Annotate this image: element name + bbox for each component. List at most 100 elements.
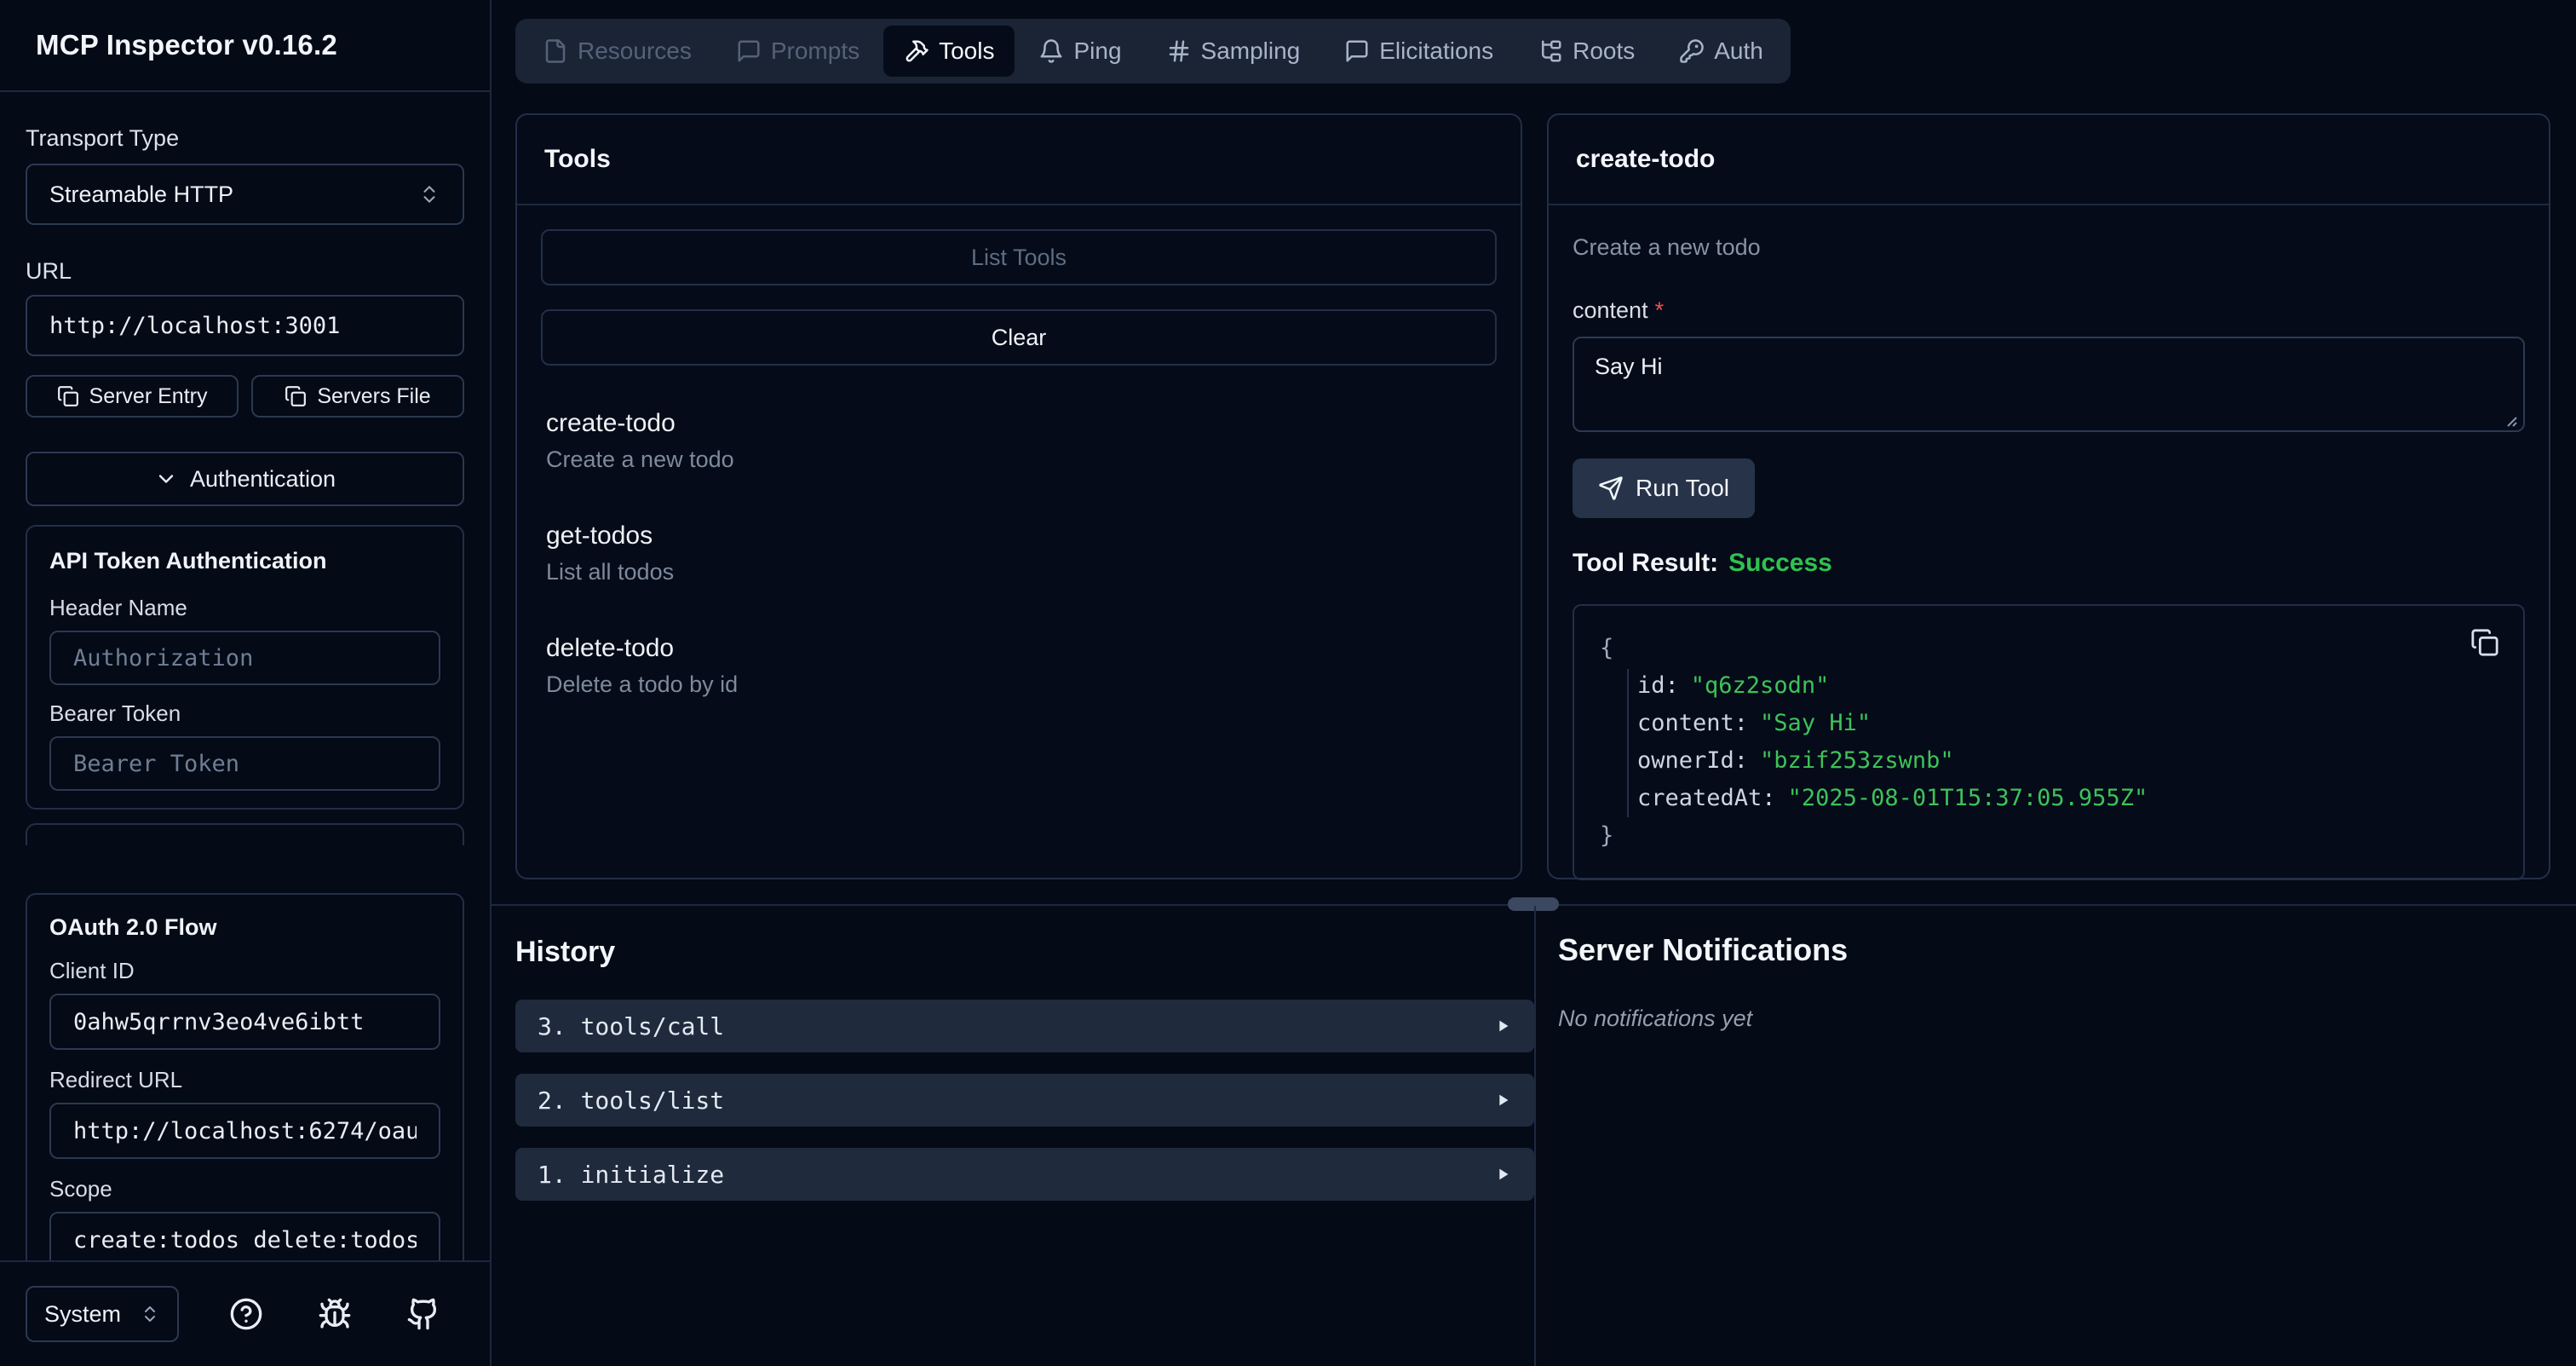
- server-entry-label: Server Entry: [89, 384, 208, 409]
- run-tool-button[interactable]: Run Tool: [1573, 458, 1755, 518]
- app-title: MCP Inspector v0.16.2: [36, 29, 337, 61]
- history-rows: 3. tools/call 2. tools/list 1. initializ…: [515, 1000, 1534, 1201]
- clear-button[interactable]: Clear: [541, 309, 1497, 366]
- server-notifications-panel: Server Notifications No notifications ye…: [1558, 932, 2546, 1032]
- tool-detail-title: create-todo: [1576, 145, 1715, 174]
- tool-detail-header: create-todo: [1549, 115, 2549, 205]
- message-square-icon: [1344, 38, 1370, 64]
- servers-file-label: Servers File: [317, 384, 430, 409]
- help-button[interactable]: [229, 1297, 263, 1331]
- tab-tools-label: Tools: [939, 37, 994, 65]
- tool-list-item-create-todo[interactable]: create-todo Create a new todo: [546, 408, 1492, 473]
- tool-name: get-todos: [546, 521, 1492, 551]
- tool-description: Create a new todo: [546, 446, 1492, 473]
- history-row-label: 2. tools/list: [538, 1086, 724, 1115]
- content-field-label: content *: [1573, 296, 2525, 325]
- tool-list: create-todo Create a new todo get-todos …: [541, 408, 1497, 698]
- bug-report-button[interactable]: [318, 1297, 352, 1331]
- send-icon: [1598, 476, 1624, 501]
- history-row-tools-call[interactable]: 3. tools/call: [515, 1000, 1534, 1052]
- servers-file-button[interactable]: Servers File: [251, 375, 464, 418]
- tab-ping[interactable]: Ping: [1018, 26, 1141, 77]
- tab-roots[interactable]: Roots: [1517, 26, 1655, 77]
- transport-type-select[interactable]: Streamable HTTP: [26, 164, 464, 225]
- transport-type-label: Transport Type: [26, 124, 464, 152]
- tab-prompts: Prompts: [716, 26, 880, 77]
- oauth-flow-title: OAuth 2.0 Flow: [49, 914, 440, 941]
- sidebar-scroll-area: Transport Type Streamable HTTP URL Serve…: [0, 92, 490, 893]
- list-tools-button[interactable]: List Tools: [541, 229, 1497, 285]
- tool-name: create-todo: [546, 408, 1492, 439]
- json-key: id:: [1637, 672, 1679, 699]
- tab-resources: Resources: [522, 26, 712, 77]
- json-field-ownerId: ownerId:"bzif253zswnb": [1600, 742, 2498, 780]
- scope-input[interactable]: [49, 1212, 440, 1260]
- json-field-id: id: "q6z2sodn": [1600, 667, 2498, 705]
- file-icon: [543, 38, 568, 64]
- copy-icon: [57, 385, 79, 407]
- main-area: Resources Prompts Tools Ping Sampling El…: [492, 0, 2576, 1366]
- content-textarea[interactable]: Say Hi: [1573, 337, 2525, 432]
- tool-description: List all todos: [546, 558, 1492, 585]
- history-row-label: 1. initialize: [538, 1161, 724, 1189]
- tool-result-status: Success: [1728, 549, 1832, 577]
- run-tool-label: Run Tool: [1636, 475, 1729, 502]
- tool-list-item-get-todos[interactable]: get-todos List all todos: [546, 521, 1492, 585]
- client-id-label: Client ID: [49, 958, 440, 983]
- sidebar: MCP Inspector v0.16.2 Transport Type Str…: [0, 0, 492, 1366]
- copy-result-button[interactable]: [2470, 628, 2499, 657]
- url-label: URL: [26, 257, 464, 285]
- tab-roots-label: Roots: [1573, 37, 1635, 65]
- tab-auth-label: Auth: [1714, 37, 1763, 65]
- history-panel: History 3. tools/call 2. tools/list 1. i…: [515, 936, 1534, 1222]
- no-notifications-text: No notifications yet: [1558, 1006, 2546, 1032]
- expand-arrow-icon: [1493, 1091, 1512, 1110]
- oauth-flow-card: OAuth 2.0 Flow Client ID Redirect URL Sc…: [26, 893, 464, 1260]
- client-id-input[interactable]: [49, 994, 440, 1050]
- copy-icon: [2470, 628, 2499, 657]
- panel-resize-handle[interactable]: [1508, 897, 1559, 911]
- content-label-text: content: [1573, 297, 1648, 323]
- tab-sampling[interactable]: Sampling: [1146, 26, 1321, 77]
- chevron-down-icon: [154, 467, 178, 491]
- server-notifications-title: Server Notifications: [1558, 932, 2546, 968]
- authentication-toggle[interactable]: Authentication: [26, 452, 464, 506]
- tab-elicitations-label: Elicitations: [1379, 37, 1493, 65]
- scope-label: Scope: [49, 1176, 440, 1202]
- json-indent-guide: [1627, 669, 1629, 817]
- tab-auth[interactable]: Auth: [1659, 26, 1784, 77]
- sidebar-header: MCP Inspector v0.16.2: [0, 0, 490, 92]
- tool-list-item-delete-todo[interactable]: delete-todo Delete a todo by id: [546, 633, 1492, 698]
- json-value: "q6z2sodn": [1691, 672, 1830, 699]
- theme-select[interactable]: System: [26, 1286, 179, 1342]
- key-icon: [1679, 38, 1705, 64]
- json-value: "bzif253zswnb": [1760, 747, 1954, 774]
- tab-elicitations[interactable]: Elicitations: [1324, 26, 1514, 77]
- tool-result-label: Tool Result:: [1573, 549, 1718, 577]
- tab-tools[interactable]: Tools: [883, 26, 1015, 77]
- header-name-input[interactable]: [49, 631, 440, 685]
- clipped-card-stub: [26, 823, 464, 845]
- sidebar-footer: System: [0, 1260, 490, 1366]
- github-button[interactable]: [406, 1297, 440, 1331]
- transport-type-value: Streamable HTTP: [49, 182, 233, 208]
- message-square-icon: [736, 38, 762, 64]
- server-entry-button[interactable]: Server Entry: [26, 375, 239, 418]
- json-field-createdAt: createdAt:"2025-08-01T15:37:05.955Z": [1600, 780, 2498, 817]
- history-row-tools-list[interactable]: 2. tools/list: [515, 1074, 1534, 1127]
- theme-value: System: [44, 1301, 121, 1328]
- redirect-url-input[interactable]: [49, 1103, 440, 1159]
- url-input[interactable]: [26, 295, 464, 356]
- json-close-brace: }: [1600, 817, 2498, 855]
- tab-ping-label: Ping: [1073, 37, 1121, 65]
- api-token-auth-card: API Token Authentication Header Name Bea…: [26, 525, 464, 810]
- tab-resources-label: Resources: [578, 37, 692, 65]
- expand-arrow-icon: [1493, 1017, 1512, 1035]
- tool-detail-body: Create a new todo content* Say Hi Run To…: [1549, 205, 2549, 904]
- bearer-token-input[interactable]: [49, 736, 440, 791]
- tool-name: delete-todo: [546, 633, 1492, 664]
- folder-tree-icon: [1538, 38, 1563, 64]
- json-field-content: content:"Say Hi": [1600, 705, 2498, 742]
- required-asterisk: *: [1655, 297, 1665, 323]
- history-row-initialize[interactable]: 1. initialize: [515, 1148, 1534, 1201]
